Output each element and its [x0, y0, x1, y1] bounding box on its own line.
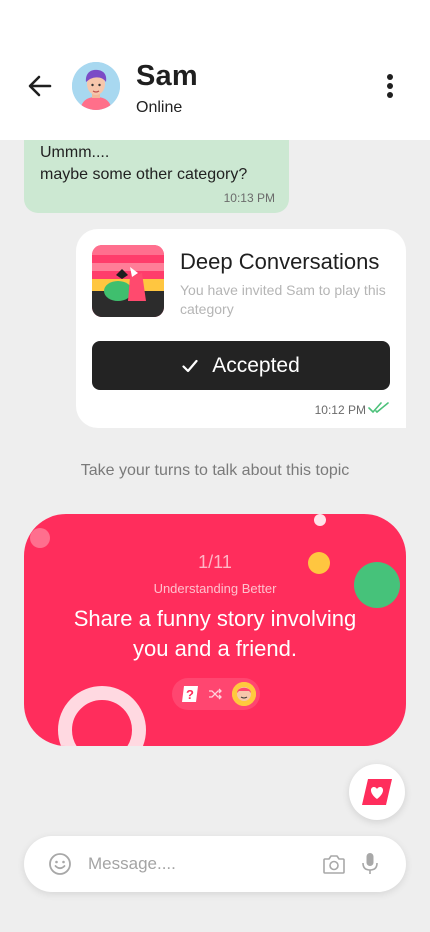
- message-timestamp: 10:13 PM: [223, 191, 275, 205]
- read-receipt-icon: [368, 402, 389, 414]
- svg-text:?: ?: [186, 687, 194, 702]
- decorative-ring: [58, 686, 146, 746]
- avatar[interactable]: [72, 62, 120, 110]
- incoming-message-bubble: Ummm.... maybe some other category? 10:1…: [24, 140, 289, 213]
- check-icon: [182, 359, 198, 372]
- heart-card-button[interactable]: [349, 764, 405, 820]
- question-card-icon[interactable]: ?: [180, 684, 200, 704]
- message-timestamp: 10:12 PM: [314, 403, 366, 417]
- category-invite-card: Deep Conversations You have invited Sam …: [76, 229, 406, 428]
- message-text-line: Ummm....: [40, 144, 110, 161]
- decorative-dot: [30, 528, 50, 548]
- category-title: Deep Conversations: [180, 249, 380, 274]
- back-arrow-icon[interactable]: [26, 72, 54, 100]
- more-vertical-icon[interactable]: [380, 72, 400, 100]
- message-text-line: maybe some other category?: [40, 166, 248, 183]
- message-composer: [24, 836, 406, 892]
- shuffle-icon[interactable]: [208, 687, 222, 701]
- contact-status: Online: [136, 99, 183, 116]
- microphone-icon[interactable]: [360, 852, 380, 876]
- category-thumbnail: [92, 245, 164, 317]
- question-card[interactable]: 1/11 Understanding Better Share a funny …: [24, 514, 406, 746]
- card-actions: ?: [172, 678, 260, 710]
- contact-name: Sam: [136, 60, 198, 92]
- accepted-label: Accepted: [212, 353, 300, 377]
- chat-header: Sam Online: [0, 0, 430, 140]
- decorative-dot: [314, 514, 326, 526]
- accepted-button[interactable]: Accepted: [92, 341, 390, 390]
- turn-hint-text: Take your turns to talk about this topic: [80, 462, 350, 479]
- category-subtitle: You have invited Sam to play this catego…: [180, 282, 386, 317]
- camera-icon[interactable]: [322, 853, 346, 875]
- question-counter: 1/11: [198, 552, 232, 572]
- heart-card-icon: [362, 779, 392, 805]
- player-avatar[interactable]: [232, 682, 256, 706]
- question-category: Understanding Better: [153, 581, 277, 596]
- question-text: Share a funny story involving you and a …: [73, 606, 357, 661]
- smiley-icon[interactable]: [48, 852, 72, 876]
- message-input[interactable]: [88, 848, 308, 880]
